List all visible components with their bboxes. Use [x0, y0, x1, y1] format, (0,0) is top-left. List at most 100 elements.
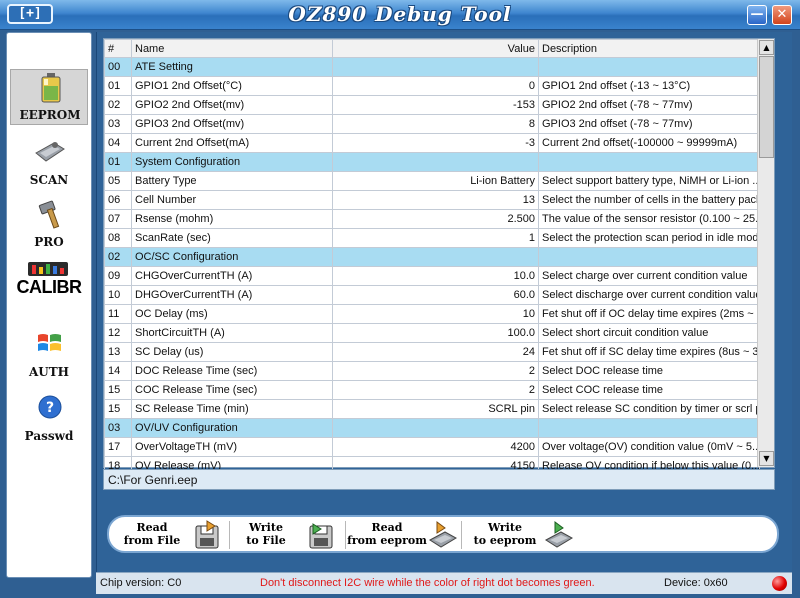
- cell-value[interactable]: 2.500: [332, 209, 539, 229]
- action-toolbar: Read from File Write to File Read from e…: [107, 515, 779, 553]
- table-row[interactable]: 14 DOC Release Time (sec) 2 Select DOC rele…: [104, 361, 760, 381]
- sidebar-item-label: AUTH: [28, 365, 70, 379]
- cell-value[interactable]: 13: [332, 190, 539, 210]
- cell-value[interactable]: 60.0: [332, 285, 539, 305]
- device-address-text: Device: 0x60: [664, 577, 728, 589]
- cell-value[interactable]: 1: [332, 228, 539, 248]
- status-bar: Chip version: C0 Don't disconnect I2C wi…: [96, 572, 792, 594]
- table-row[interactable]: 12 ShortCircuitTH (A) 100.0 Select short ci…: [104, 323, 760, 343]
- cell-value[interactable]: [332, 247, 539, 267]
- cell-num: 11: [104, 304, 132, 324]
- column-header-num[interactable]: #: [104, 39, 132, 58]
- cell-name: OverVoltageTH (mV): [131, 437, 333, 457]
- column-header-description[interactable]: Description: [538, 39, 760, 58]
- sidebar-item-calibr[interactable]: CALIBR: [10, 259, 88, 315]
- chip-icon: [35, 142, 65, 162]
- table-row[interactable]: 05 Battery Type Li-ion Battery Select suppo…: [104, 171, 760, 191]
- table-row[interactable]: 04 Current 2nd Offset(mA) -3 Current 2nd of…: [104, 133, 760, 153]
- cell-value[interactable]: 0: [332, 76, 539, 96]
- table-row[interactable]: 11 OC Delay (ms) 10 Fet shut off if OC dela…: [104, 304, 760, 324]
- table-body: 00 ATE Setting 01 GPIO1 2nd Offset(°C) 0 GPIO…: [104, 57, 760, 476]
- sidebar-item-label: PRO: [34, 235, 64, 249]
- section-header-row[interactable]: 01 System Configuration: [104, 152, 760, 172]
- write-to-file-button[interactable]: Write to File: [231, 520, 343, 550]
- cell-value[interactable]: 2: [332, 361, 539, 381]
- sidebar-item-auth[interactable]: AUTH: [10, 325, 88, 381]
- eeprom-read-icon: [429, 521, 457, 548]
- app-icon[interactable]: [+]: [7, 4, 53, 24]
- read-from-file-button[interactable]: Read from File: [117, 520, 229, 550]
- cell-value[interactable]: 24: [332, 342, 539, 362]
- cell-value[interactable]: [332, 152, 539, 172]
- read-from-eeprom-button[interactable]: Read from eeprom: [347, 520, 459, 550]
- cell-description: [538, 152, 760, 172]
- cell-num: 09: [104, 266, 132, 286]
- scroll-down-button[interactable]: ▼: [759, 451, 774, 466]
- table-row[interactable]: 03 GPIO3 2nd Offset(mv) 8 GPIO3 2nd offset …: [104, 114, 760, 134]
- cell-num: 03: [104, 114, 132, 134]
- minimize-button[interactable]: —: [747, 5, 767, 25]
- scroll-thumb[interactable]: [759, 56, 774, 158]
- cell-num: 17: [104, 437, 132, 457]
- vertical-scrollbar[interactable]: ▲ ▼: [757, 39, 774, 467]
- sidebar-item-scan[interactable]: SCAN: [10, 133, 88, 189]
- section-header-row[interactable]: 00 ATE Setting: [104, 57, 760, 77]
- main-panel: # Name Value Description 00 ATE Setting 01…: [96, 32, 792, 578]
- cell-value[interactable]: [332, 418, 539, 438]
- sidebar-item-passwd[interactable]: ? Passwd: [10, 389, 88, 445]
- table-row[interactable]: 13 SC Delay (us) 24 Fet shut off if SC dela…: [104, 342, 760, 362]
- cell-description: Over voltage(OV) condition value (0mV ~ …: [538, 437, 760, 457]
- floppy-write-icon: [309, 523, 333, 549]
- table-header-row: # Name Value Description: [104, 39, 760, 58]
- column-header-name[interactable]: Name: [131, 39, 333, 58]
- table-row[interactable]: 10 DHGOverCurrentTH (A) 60.0 Select dischar…: [104, 285, 760, 305]
- table-row[interactable]: 09 CHGOverCurrentTH (A) 10.0 Select charge …: [104, 266, 760, 286]
- cell-name: System Configuration: [131, 152, 333, 172]
- toolbar-divider: [345, 521, 346, 549]
- column-header-value[interactable]: Value: [332, 39, 539, 58]
- sidebar-item-pro[interactable]: PRO: [10, 195, 88, 251]
- table-row[interactable]: 17 OverVoltageTH (mV) 4200 Over voltage(OV)…: [104, 437, 760, 457]
- cell-value[interactable]: 10.0: [332, 266, 539, 286]
- cell-value[interactable]: -153: [332, 95, 539, 115]
- parameter-table: # Name Value Description 00 ATE Setting 01…: [104, 39, 760, 476]
- cell-name: DOC Release Time (sec): [131, 361, 333, 381]
- table-row[interactable]: 15 COC Release Time (sec) 2 Select COC rele…: [104, 380, 760, 400]
- toolbar-divider: [461, 521, 462, 549]
- cell-value[interactable]: 100.0: [332, 323, 539, 343]
- sidebar-item-label: Passwd: [24, 429, 74, 443]
- table-row[interactable]: 15 SC Release Time (min) SCRL pin Select re…: [104, 399, 760, 419]
- table-row[interactable]: 07 Rsense (mohm) 2.500 The value of the sen…: [104, 209, 760, 229]
- parameter-grid: # Name Value Description 00 ATE Setting 01…: [103, 38, 775, 476]
- section-header-row[interactable]: 03 OV/UV Configuration: [104, 418, 760, 438]
- write-to-eeprom-button[interactable]: Write to eeprom: [465, 520, 577, 550]
- cell-value[interactable]: 10: [332, 304, 539, 324]
- section-header-row[interactable]: 02 OC/SC Configuration: [104, 247, 760, 267]
- table-row[interactable]: 02 GPIO2 2nd Offset(mv) -153 GPIO2 2nd offs…: [104, 95, 760, 115]
- connection-warning-text: Don't disconnect I2C wire while the colo…: [260, 577, 595, 589]
- cell-num: 14: [104, 361, 132, 381]
- table-row[interactable]: 08 ScanRate (sec) 1 Select the protection s…: [104, 228, 760, 248]
- close-button[interactable]: ✕: [772, 5, 792, 25]
- cell-value[interactable]: 2: [332, 380, 539, 400]
- cell-value[interactable]: SCRL pin: [332, 399, 539, 419]
- table-row[interactable]: 06 Cell Number 13 Select the number of cell…: [104, 190, 760, 210]
- cell-value[interactable]: 4200: [332, 437, 539, 457]
- cell-name: GPIO2 2nd Offset(mv): [131, 95, 333, 115]
- scroll-up-button[interactable]: ▲: [759, 40, 774, 55]
- cell-description: Select discharge over current condition …: [538, 285, 760, 305]
- cell-description: Select release SC condition by timer or …: [538, 399, 760, 419]
- cell-value[interactable]: [332, 57, 539, 77]
- button-label: Read from File: [123, 521, 181, 547]
- table-row[interactable]: 01 GPIO1 2nd Offset(°C) 0 GPIO1 2nd offset …: [104, 76, 760, 96]
- cell-value[interactable]: -3: [332, 133, 539, 153]
- cell-num: 13: [104, 342, 132, 362]
- button-label: Write to File: [246, 521, 286, 547]
- button-label: Write to eeprom: [473, 521, 537, 547]
- cell-description: [538, 418, 760, 438]
- cell-value[interactable]: Li-ion Battery: [332, 171, 539, 191]
- cell-value[interactable]: 8: [332, 114, 539, 134]
- hammer-icon: [38, 200, 60, 229]
- sidebar-item-label: CALIBR: [16, 277, 83, 297]
- sidebar-item-eeprom[interactable]: EEPROM: [10, 69, 88, 125]
